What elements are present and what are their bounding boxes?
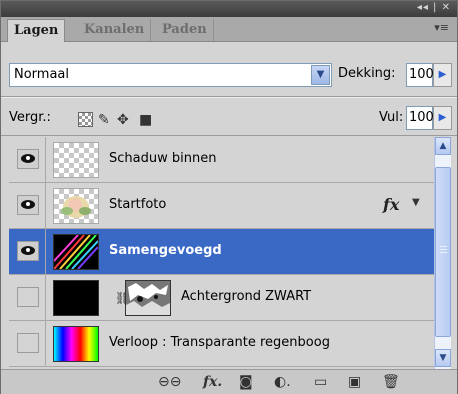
layer-name: Samengevoegd <box>109 243 222 258</box>
layer-list: Schaduw binnen Startfoto fx ▼ Samengevoe… <box>9 137 434 369</box>
layer-row[interactable]: Verloop : Transparante regenboog <box>9 321 434 367</box>
fill-label: Vul: <box>379 110 404 125</box>
eye-icon <box>21 154 35 163</box>
visibility-cell[interactable] <box>9 275 46 320</box>
layers-scrollbar[interactable]: ▲ ▼ <box>434 137 451 369</box>
scroll-down-button[interactable]: ▼ <box>435 349 451 367</box>
divider <box>1 135 457 136</box>
layer-name: Startfoto <box>109 197 167 212</box>
layer-row[interactable]: Samengevoegd <box>9 229 434 275</box>
new-group-icon[interactable]: ▭ <box>314 374 327 390</box>
blend-mode-value: Normaal <box>14 67 70 82</box>
tab-paden[interactable]: Paden <box>156 19 214 41</box>
scroll-up-button[interactable]: ▲ <box>435 137 451 155</box>
streaks-thumbnail-image <box>53 234 99 270</box>
layer-thumbnail <box>53 188 99 224</box>
panel-window-controls[interactable]: ◂◂ | ✕ <box>417 2 451 13</box>
eye-icon <box>21 200 35 209</box>
layer-mask-thumbnail[interactable] <box>125 280 171 316</box>
lock-image-pixels-icon[interactable]: ✎ <box>98 112 110 128</box>
layer-name: Achtergrond ZWART <box>181 289 312 304</box>
layer-thumbnail <box>53 142 99 178</box>
tab-lagen[interactable]: Lagen <box>7 19 66 42</box>
divider <box>1 97 457 98</box>
layer-row[interactable]: Startfoto fx ▼ <box>9 183 434 229</box>
opacity-input[interactable]: 100% <box>406 63 446 87</box>
layers-toolbar: ⊖⊖ fx. ◙ ◐. ▭ ▣ 🗑 <box>1 369 457 394</box>
scroll-thumb[interactable] <box>435 167 451 337</box>
visibility-toggle[interactable] <box>17 333 39 353</box>
add-mask-icon[interactable]: ◙ <box>239 374 253 390</box>
opacity-label: Dekking: <box>338 66 396 81</box>
lock-label: Vergr.: <box>9 110 51 125</box>
lock-position-icon[interactable]: ✥ <box>117 112 129 128</box>
layer-name: Verloop : Transparante regenboog <box>109 335 330 350</box>
visibility-toggle[interactable] <box>17 195 39 215</box>
layer-thumbnail <box>53 326 99 362</box>
visibility-cell[interactable] <box>9 183 46 228</box>
lock-all-icon[interactable]: ■ <box>139 112 152 128</box>
layers-panel: ◂◂ | ✕ Lagen Kanalen Paden ▾≡ Normaal ▼ … <box>0 0 458 394</box>
opacity-slider-button[interactable]: ▶ <box>433 63 452 87</box>
visibility-cell[interactable] <box>9 321 46 366</box>
chevron-down-icon[interactable]: ▼ <box>311 65 330 85</box>
new-layer-icon[interactable]: ▣ <box>348 374 361 390</box>
chevron-down-icon[interactable]: ▼ <box>412 197 420 208</box>
visibility-toggle[interactable] <box>17 149 39 169</box>
photo-thumbnail-image <box>61 196 91 218</box>
panel-tabs: Lagen Kanalen Paden ▾≡ <box>1 17 457 42</box>
visibility-cell[interactable] <box>9 137 46 182</box>
panel-title-bar: ◂◂ | ✕ <box>1 1 457 17</box>
delete-layer-icon[interactable]: 🗑 <box>382 374 400 390</box>
visibility-toggle[interactable] <box>17 287 39 307</box>
grip-icon <box>440 246 447 247</box>
panel-menu-icon[interactable]: ▾≡ <box>434 21 449 34</box>
tab-kanalen[interactable]: Kanalen <box>78 19 152 41</box>
fx-icon[interactable]: fx <box>383 195 399 214</box>
lock-transparent-pixels-icon[interactable] <box>78 112 93 127</box>
visibility-toggle[interactable] <box>17 241 39 261</box>
layer-row[interactable]: ⛓ Achtergrond ZWART <box>9 275 434 321</box>
layer-thumbnail <box>53 234 99 270</box>
fill-input[interactable]: 100% <box>406 106 446 130</box>
blend-mode-select[interactable]: Normaal ▼ <box>9 63 332 87</box>
layer-name: Schaduw binnen <box>109 151 217 166</box>
fill-slider-button[interactable]: ▶ <box>433 106 452 130</box>
link-layers-icon[interactable]: ⊖⊖ <box>158 374 181 390</box>
visibility-cell[interactable] <box>9 229 46 274</box>
new-adjustment-layer-icon[interactable]: ◐. <box>274 374 291 390</box>
eye-icon <box>21 246 35 255</box>
mask-thumbnail-image <box>126 281 170 315</box>
add-layer-style-icon[interactable]: fx. <box>203 374 222 390</box>
layer-thumbnail <box>53 280 99 316</box>
layer-row[interactable]: Schaduw binnen <box>9 137 434 183</box>
